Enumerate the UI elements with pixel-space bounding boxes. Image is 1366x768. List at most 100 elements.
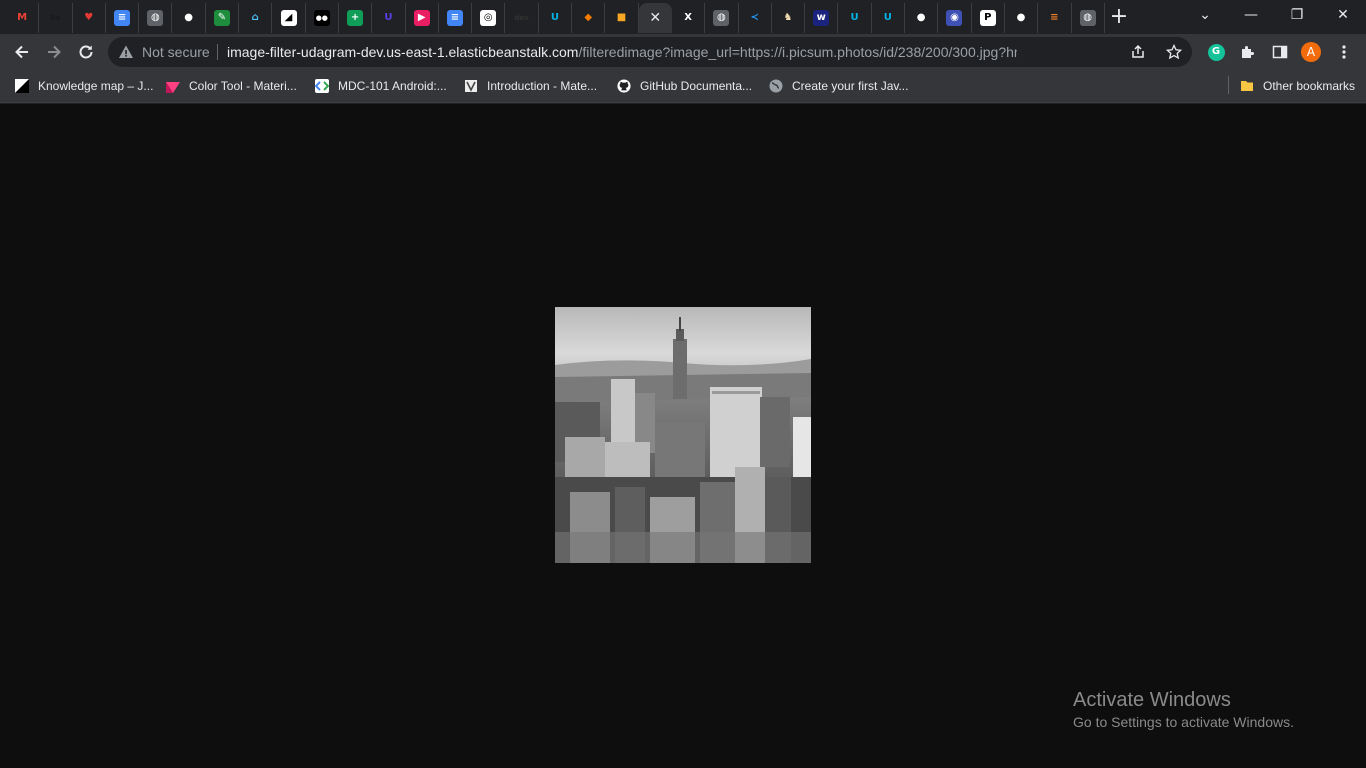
globe-icon [769, 79, 783, 93]
back-button[interactable] [10, 40, 34, 64]
browser-tab[interactable]: ◢ [272, 3, 306, 33]
forward-button[interactable] [42, 40, 66, 64]
browser-tab[interactable]: ✕ [638, 3, 672, 33]
bookmark-mdc-101[interactable]: MDC-101 Android:... [315, 76, 447, 96]
browser-tab[interactable]: ◉ [938, 3, 972, 33]
close-icon[interactable]: ✕ [649, 10, 661, 26]
bookmark-color-tool[interactable]: Color Tool - Materi... [166, 76, 297, 96]
tab-search-button[interactable]: ⌄ [1182, 0, 1228, 30]
browser-tab[interactable]: U [872, 3, 906, 33]
browser-tab[interactable]: ◎ [472, 3, 506, 33]
window-close-button[interactable]: ✕ [1320, 0, 1366, 30]
minimize-button[interactable]: — [1228, 0, 1274, 30]
bookmark-knowledge-map[interactable]: Knowledge map – J... [15, 76, 153, 96]
browser-tab[interactable]: X [672, 3, 706, 33]
side-panel-button[interactable] [1270, 42, 1290, 62]
browser-tab[interactable]: ▶ [406, 3, 439, 33]
address-separator [217, 44, 218, 60]
address-bar[interactable]: Not secure image-filter-udagram-dev.us-e… [108, 37, 1192, 67]
github-icon: ● [180, 10, 197, 26]
tab-list: M Be ♥ ≡ ◍ ● ✎ ⌂ ◢ ●● + U ▶ ≡ ◎ dev U ◆ ■ ✕ X ◍ ≺ ♞ w U U ● ◉ P ● ≡ ◍ [6, 3, 1105, 33]
browser-tab[interactable]: ●● [306, 3, 339, 33]
grammarly-extension[interactable]: G [1206, 42, 1226, 62]
browser-tab[interactable]: ◍ [1072, 3, 1105, 33]
browser-tab[interactable]: ♞ [772, 3, 806, 33]
bookmark-star-button[interactable] [1164, 42, 1184, 62]
stackoverflow-icon: ≡ [1046, 10, 1063, 26]
profile-button[interactable]: A [1301, 42, 1321, 62]
star-icon [1166, 44, 1182, 60]
browser-tab[interactable]: ◆ [572, 3, 606, 33]
browser-tab[interactable]: U [539, 3, 573, 33]
new-tab-button[interactable]: + [1106, 6, 1132, 30]
share-button[interactable] [1128, 42, 1148, 62]
material-icon [166, 79, 180, 93]
github-icon [617, 79, 631, 93]
notion-icon [15, 79, 29, 93]
gmail-icon: M [14, 10, 31, 26]
browser-tab[interactable]: w [805, 3, 839, 33]
browser-tab[interactable]: ● [1005, 3, 1039, 33]
bookmark-label: Knowledge map – J... [38, 79, 154, 93]
wordpress-icon: w [813, 10, 830, 26]
other-bookmarks-label: Other bookmarks [1263, 79, 1356, 93]
side-panel-icon [1272, 45, 1288, 59]
browser-tab[interactable]: M [6, 3, 40, 33]
extensions-button[interactable] [1238, 42, 1258, 62]
bookmark-introduction[interactable]: Introduction - Mate... [464, 76, 597, 96]
toolbar: Not secure image-filter-udagram-dev.us-e… [0, 34, 1366, 70]
browser-tab[interactable]: ◍ [705, 3, 739, 33]
bookmark-label: MDC-101 Android:... [338, 79, 447, 93]
browser-tab[interactable]: ≡ [1038, 3, 1072, 33]
other-bookmarks-folder[interactable]: Other bookmarks [1240, 76, 1355, 96]
bookmarks-bar: Knowledge map – J... Color Tool - Materi… [0, 70, 1366, 103]
security-status[interactable]: Not secure [142, 44, 210, 60]
browser-tab[interactable]: Be [39, 3, 73, 33]
p-icon: P [979, 10, 996, 26]
avatar: A [1301, 42, 1321, 62]
restore-button[interactable]: ❐ [1274, 0, 1320, 30]
browser-tab[interactable]: ● [172, 3, 206, 33]
vscode-icon: ≺ [746, 10, 763, 26]
medium-icon: ●● [313, 10, 330, 26]
browser-tab[interactable]: ≺ [739, 3, 772, 33]
menu-button[interactable] [1334, 42, 1354, 62]
bookmark-label: Introduction - Mate... [487, 79, 598, 93]
url-host: image-filter-udagram-dev.us-east-1.elast… [227, 44, 579, 60]
browser-tab[interactable]: ≡ [106, 3, 140, 33]
kebab-menu-icon [1342, 45, 1346, 59]
udacity-icon: U [380, 10, 397, 26]
globe-icon: ◍ [1079, 10, 1096, 26]
materialize-icon [464, 79, 478, 93]
globe-icon: ◍ [147, 10, 164, 26]
watermark-subtitle: Go to Settings to activate Windows. [1073, 714, 1294, 730]
browser-tab[interactable]: U [372, 3, 406, 33]
browser-tab[interactable]: U [838, 3, 872, 33]
google-docs-icon: ≡ [447, 10, 463, 26]
reload-button[interactable] [74, 40, 98, 64]
browser-tab[interactable]: ● [905, 3, 939, 33]
openai-icon: ◎ [480, 10, 497, 26]
browser-tab[interactable]: P [972, 3, 1005, 33]
udacity-icon: U [846, 10, 863, 26]
udacity-icon: U [546, 10, 563, 26]
browser-tab[interactable]: ≡ [439, 3, 473, 33]
browser-tab[interactable]: dev [505, 3, 539, 33]
browser-chrome: M Be ♥ ≡ ◍ ● ✎ ⌂ ◢ ●● + U ▶ ≡ ◎ dev U ◆ ■ ✕ X ◍ ≺ ♞ w U U ● ◉ P ● ≡ ◍ + … [0, 0, 1366, 104]
browser-tab[interactable]: ♥ [73, 3, 106, 33]
tab-strip: M Be ♥ ≡ ◍ ● ✎ ⌂ ◢ ●● + U ▶ ≡ ◎ dev U ◆ ■ ✕ X ◍ ≺ ♞ w U U ● ◉ P ● ≡ ◍ + … [0, 0, 1366, 34]
globe-icon: ◍ [713, 10, 730, 26]
browser-tab[interactable]: ✎ [206, 3, 240, 33]
bookmark-label: Color Tool - Materi... [189, 79, 297, 93]
x-icon: X [680, 10, 697, 26]
browser-tab[interactable]: ■ [605, 3, 639, 33]
url-text[interactable]: image-filter-udagram-dev.us-east-1.elast… [227, 44, 1017, 60]
box-icon: ■ [613, 10, 630, 26]
aws-icon: ◆ [580, 10, 597, 26]
warning-icon[interactable] [118, 44, 134, 60]
bookmark-create-first[interactable]: Create your first Jav... [769, 76, 908, 96]
browser-tab[interactable]: ⌂ [239, 3, 273, 33]
bookmark-github-docs[interactable]: GitHub Documenta... [617, 76, 752, 96]
browser-tab[interactable]: ◍ [139, 3, 173, 33]
browser-tab[interactable]: + [339, 3, 373, 33]
